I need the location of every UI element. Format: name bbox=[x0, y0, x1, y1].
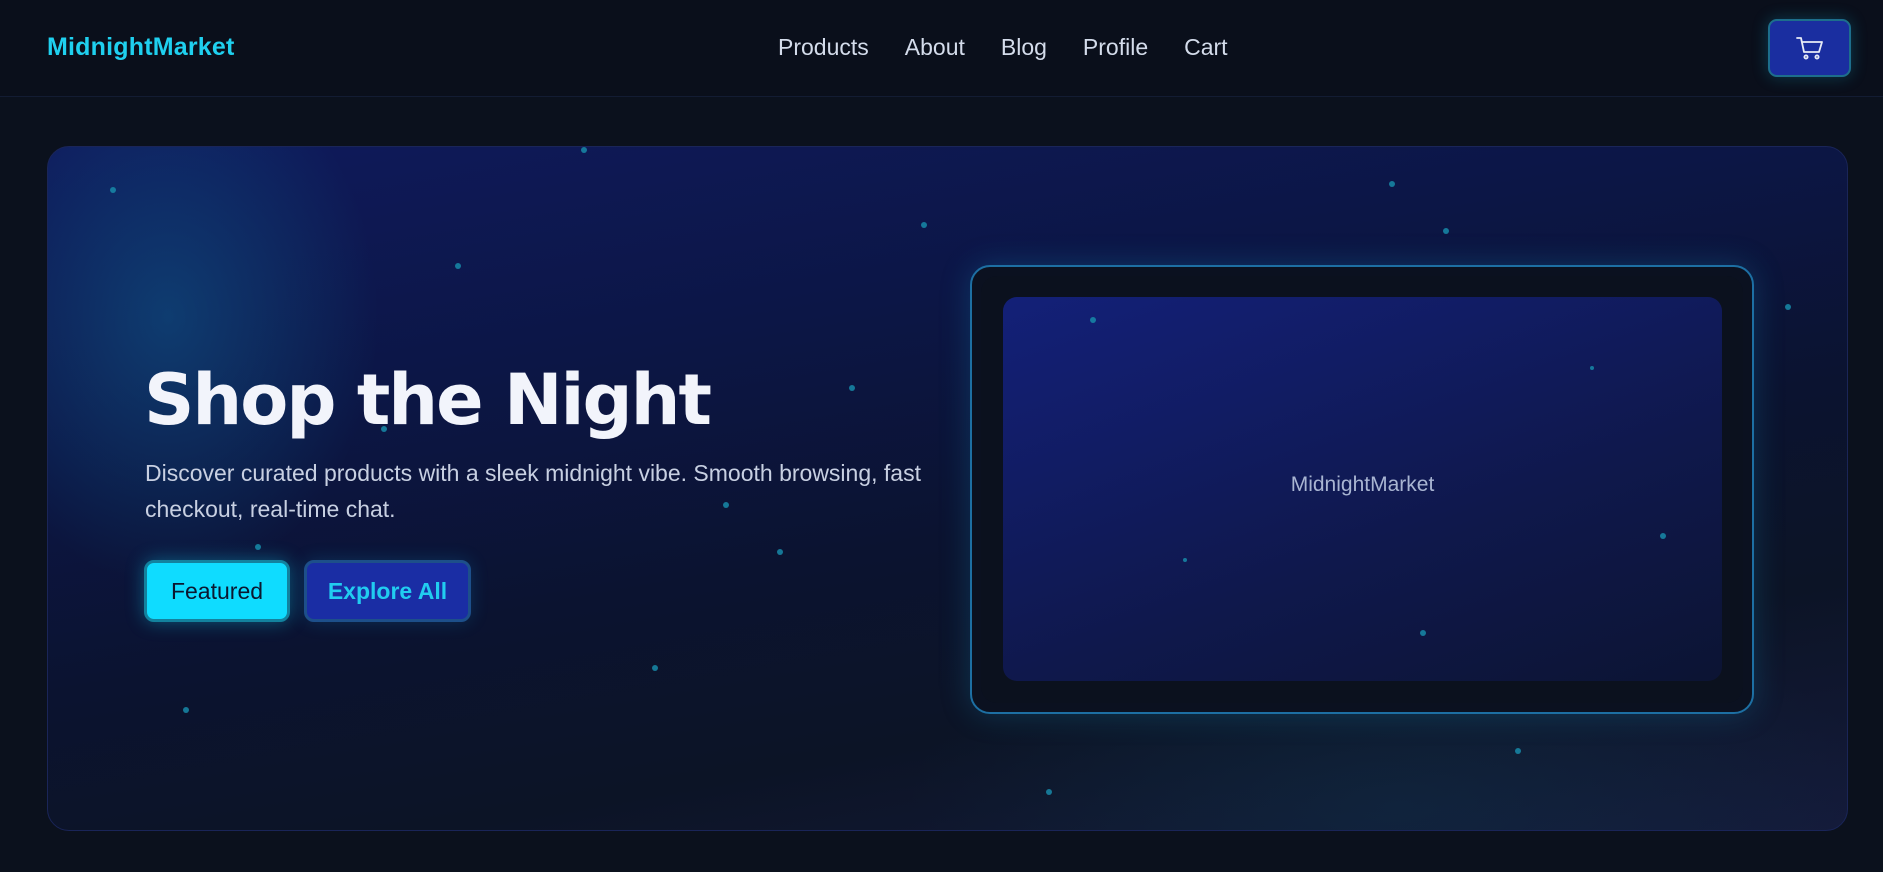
device-screen: MidnightMarket bbox=[1003, 297, 1722, 681]
nav-link-products[interactable]: Products bbox=[778, 34, 869, 61]
star-dot bbox=[652, 665, 658, 671]
nav-link-profile[interactable]: Profile bbox=[1083, 34, 1148, 61]
main-nav: Products About Blog Profile Cart bbox=[778, 34, 1228, 61]
star-dot bbox=[1183, 558, 1187, 562]
brand-logo[interactable]: MidnightMarket bbox=[47, 33, 235, 62]
star-dot bbox=[455, 263, 461, 269]
star-dot bbox=[1785, 304, 1791, 310]
star-dot bbox=[581, 147, 587, 153]
star-dot bbox=[1660, 533, 1666, 539]
star-dot bbox=[849, 385, 855, 391]
star-dot bbox=[1090, 317, 1096, 323]
hero-section: Shop the Night Discover curated products… bbox=[47, 146, 1848, 831]
star-dot bbox=[1590, 366, 1594, 370]
star-dot bbox=[1389, 181, 1395, 187]
cart-button[interactable] bbox=[1768, 19, 1851, 77]
device-mockup: MidnightMarket bbox=[970, 265, 1754, 714]
star-dot bbox=[183, 707, 189, 713]
explore-all-button[interactable]: Explore All bbox=[304, 560, 471, 622]
top-navbar: MidnightMarket Products About Blog Profi… bbox=[0, 0, 1883, 97]
device-screen-label: MidnightMarket bbox=[1290, 473, 1435, 496]
star-dot bbox=[110, 187, 116, 193]
hero-subtitle: Discover curated products with a sleek m… bbox=[145, 460, 921, 522]
nav-link-blog[interactable]: Blog bbox=[1001, 34, 1047, 61]
nav-link-about[interactable]: About bbox=[905, 34, 965, 61]
hero-title: Shop the Night bbox=[144, 359, 712, 441]
shopping-cart-icon bbox=[1795, 37, 1823, 60]
star-dot bbox=[921, 222, 927, 228]
star-dot bbox=[1515, 748, 1521, 754]
featured-button[interactable]: Featured bbox=[144, 560, 290, 622]
star-dot bbox=[1443, 228, 1449, 234]
star-dot bbox=[1420, 630, 1426, 636]
star-dot bbox=[777, 549, 783, 555]
star-dot bbox=[1046, 789, 1052, 795]
star-dot bbox=[255, 544, 261, 550]
nav-link-cart[interactable]: Cart bbox=[1184, 34, 1227, 61]
